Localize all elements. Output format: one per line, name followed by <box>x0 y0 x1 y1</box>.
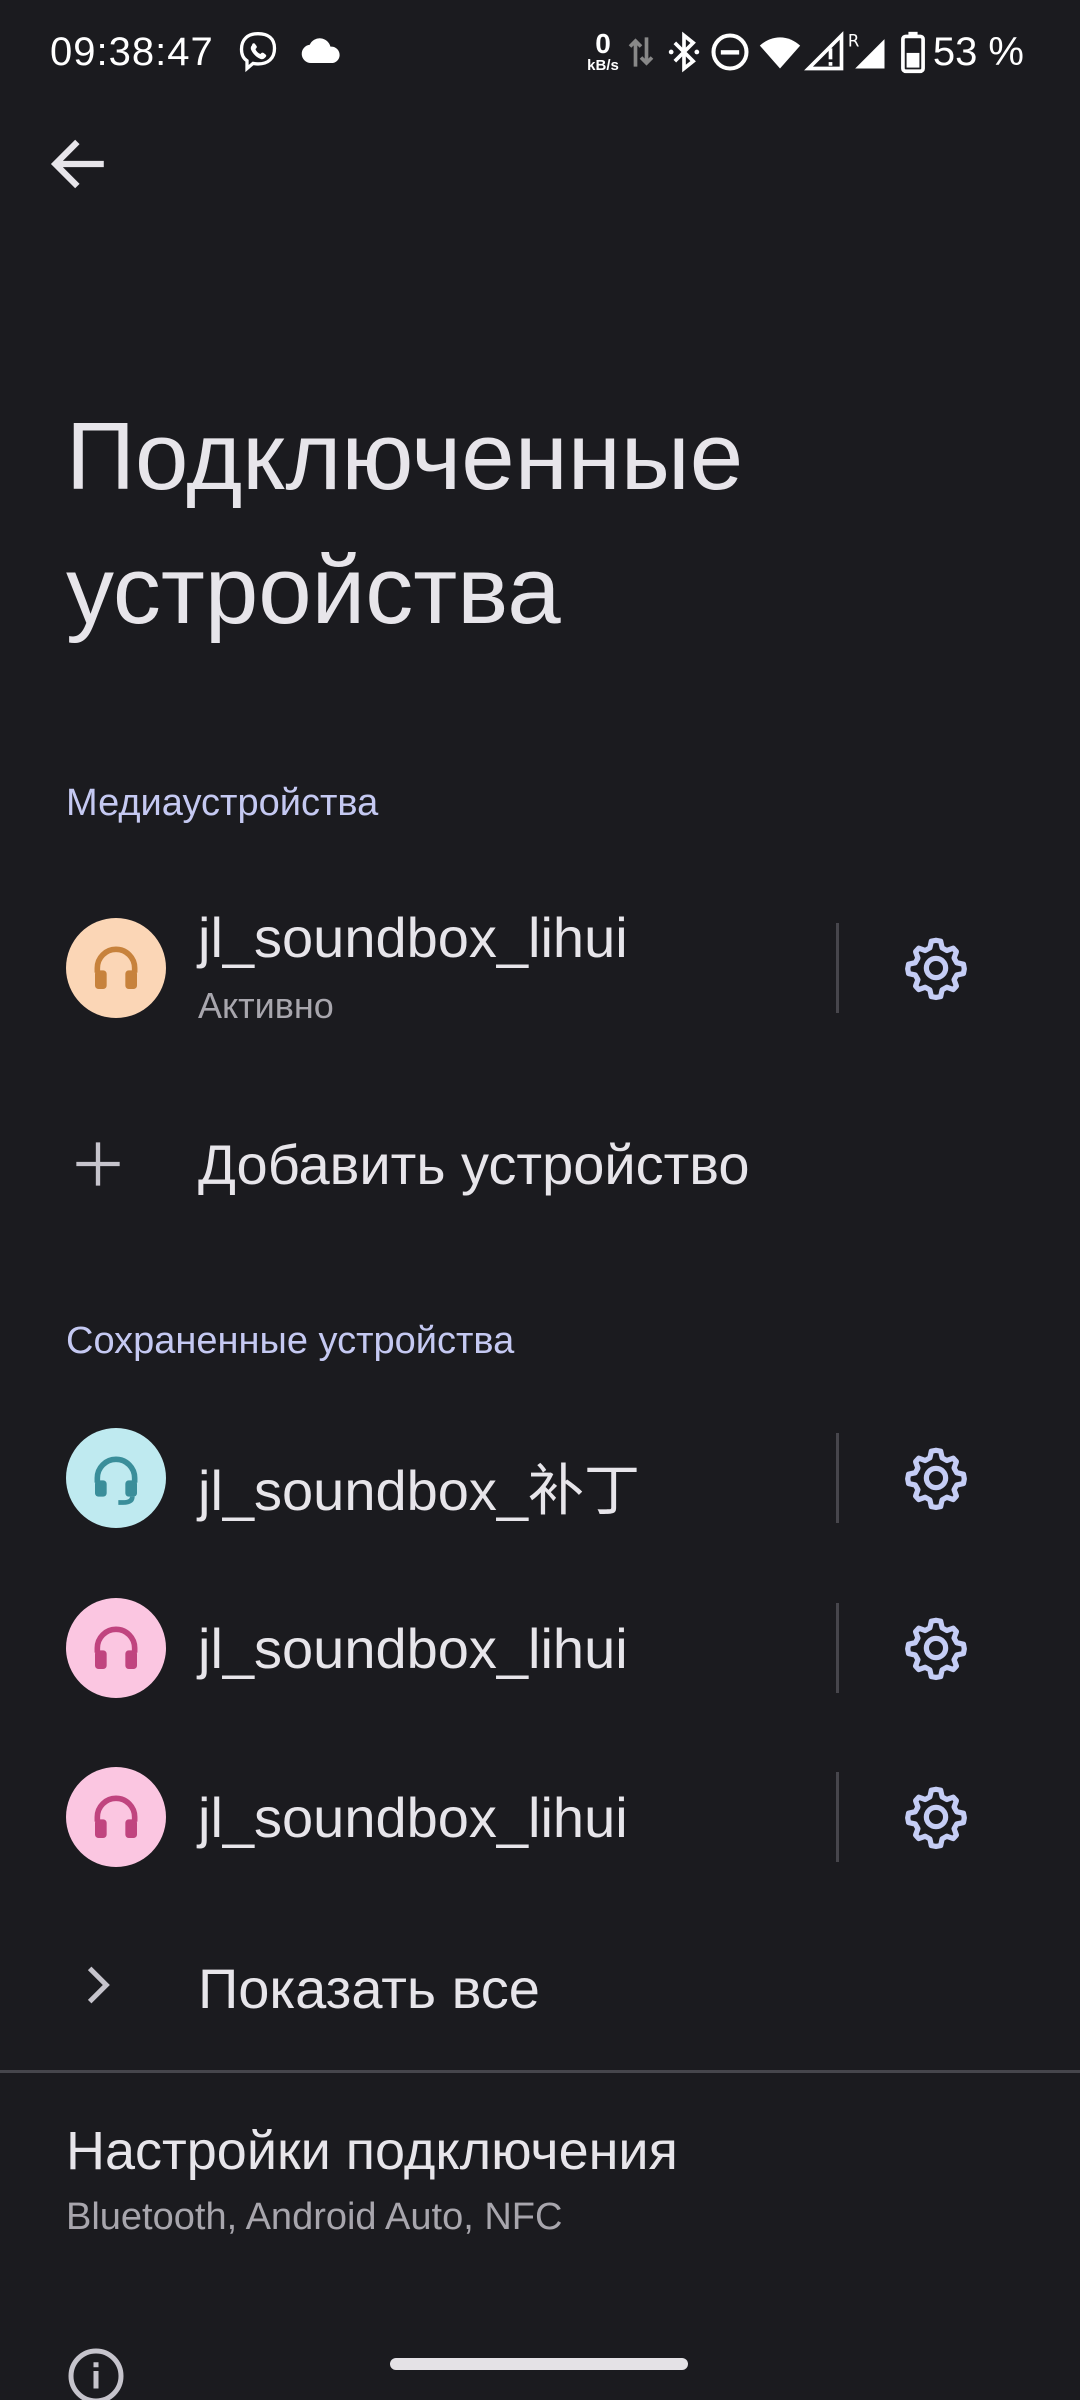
arrow-back-icon[interactable] <box>44 130 112 198</box>
data-arrows-icon <box>628 37 654 67</box>
headset-icon <box>94 1456 138 1505</box>
gesture-nav-bar[interactable] <box>390 2358 688 2370</box>
row-divider <box>836 1772 839 1862</box>
headphones-icon <box>94 1795 138 1838</box>
bluetooth-icon <box>668 31 700 73</box>
divider <box>0 2070 1080 2073</box>
battery-icon <box>901 31 925 74</box>
gear-icon[interactable] <box>901 1443 971 1513</box>
section-title-media: Медиаустройства <box>66 782 379 824</box>
gear-icon[interactable] <box>901 1782 971 1852</box>
show-all-button[interactable]: Показать все <box>0 1930 1080 2040</box>
screen: 09:38:47 0 kB/s R 53 % Подключенные устр… <box>0 0 1080 2400</box>
page-title: Подключенные устройства <box>66 403 744 644</box>
device-status: Активно <box>198 985 334 1026</box>
device-avatar <box>66 918 166 1018</box>
row-divider <box>836 1433 839 1523</box>
saved-device-row[interactable]: jl_soundbox_补丁 <box>0 1403 1080 1553</box>
row-divider <box>836 1603 839 1693</box>
status-bar: 09:38:47 0 kB/s R 53 % <box>0 0 1080 112</box>
section-title-saved: Сохраненные устройства <box>66 1320 515 1362</box>
device-name: jl_soundbox_lihui <box>198 1786 628 1849</box>
connection-settings-subtitle: Bluetooth, Android Auto, NFC <box>66 2196 563 2238</box>
device-avatar <box>66 1598 166 1698</box>
chevron-right-icon <box>87 1966 110 2004</box>
device-name: jl_soundbox_lihui <box>198 906 628 969</box>
cloud-icon <box>301 38 340 63</box>
info-icon <box>68 2348 124 2400</box>
headphones-icon <box>94 946 138 989</box>
wifi-icon <box>759 37 801 69</box>
signal-roaming-icon: R <box>848 32 885 69</box>
gear-icon[interactable] <box>901 1613 971 1683</box>
saved-device-row[interactable]: jl_soundbox_lihui <box>0 1573 1080 1723</box>
add-device-label: Добавить устройство <box>198 1133 750 1196</box>
device-avatar <box>66 1767 166 1867</box>
device-avatar <box>66 1428 166 1528</box>
media-device-row[interactable]: jl_soundbox_lihui Активно <box>0 893 1080 1043</box>
net-speed: 0 kB/s <box>583 30 623 80</box>
net-speed-unit: kB/s <box>587 57 619 74</box>
saved-device-row[interactable]: jl_soundbox_lihui <box>0 1742 1080 1892</box>
connection-settings-title: Настройки подключения <box>66 2121 678 2181</box>
status-time: 09:38:47 <box>50 30 214 74</box>
row-divider <box>836 923 839 1013</box>
show-all-label: Показать все <box>198 1957 540 2020</box>
add-device-button[interactable]: Добавить устройство <box>0 1110 1080 1220</box>
connection-settings-item[interactable]: Настройки подключения Bluetooth, Android… <box>0 2100 1080 2240</box>
headphones-icon <box>94 1626 138 1669</box>
viber-icon <box>239 32 277 73</box>
net-speed-value: 0 <box>595 28 611 59</box>
gear-icon[interactable] <box>901 933 971 1003</box>
battery-percent: 53 % <box>932 30 1024 74</box>
device-name: jl_soundbox_补丁 <box>198 1459 641 1522</box>
svg-text:R: R <box>848 32 859 51</box>
plus-icon <box>76 1142 120 1186</box>
signal-icon <box>804 31 844 71</box>
device-name: jl_soundbox_lihui <box>198 1617 628 1680</box>
dnd-icon <box>711 33 749 71</box>
